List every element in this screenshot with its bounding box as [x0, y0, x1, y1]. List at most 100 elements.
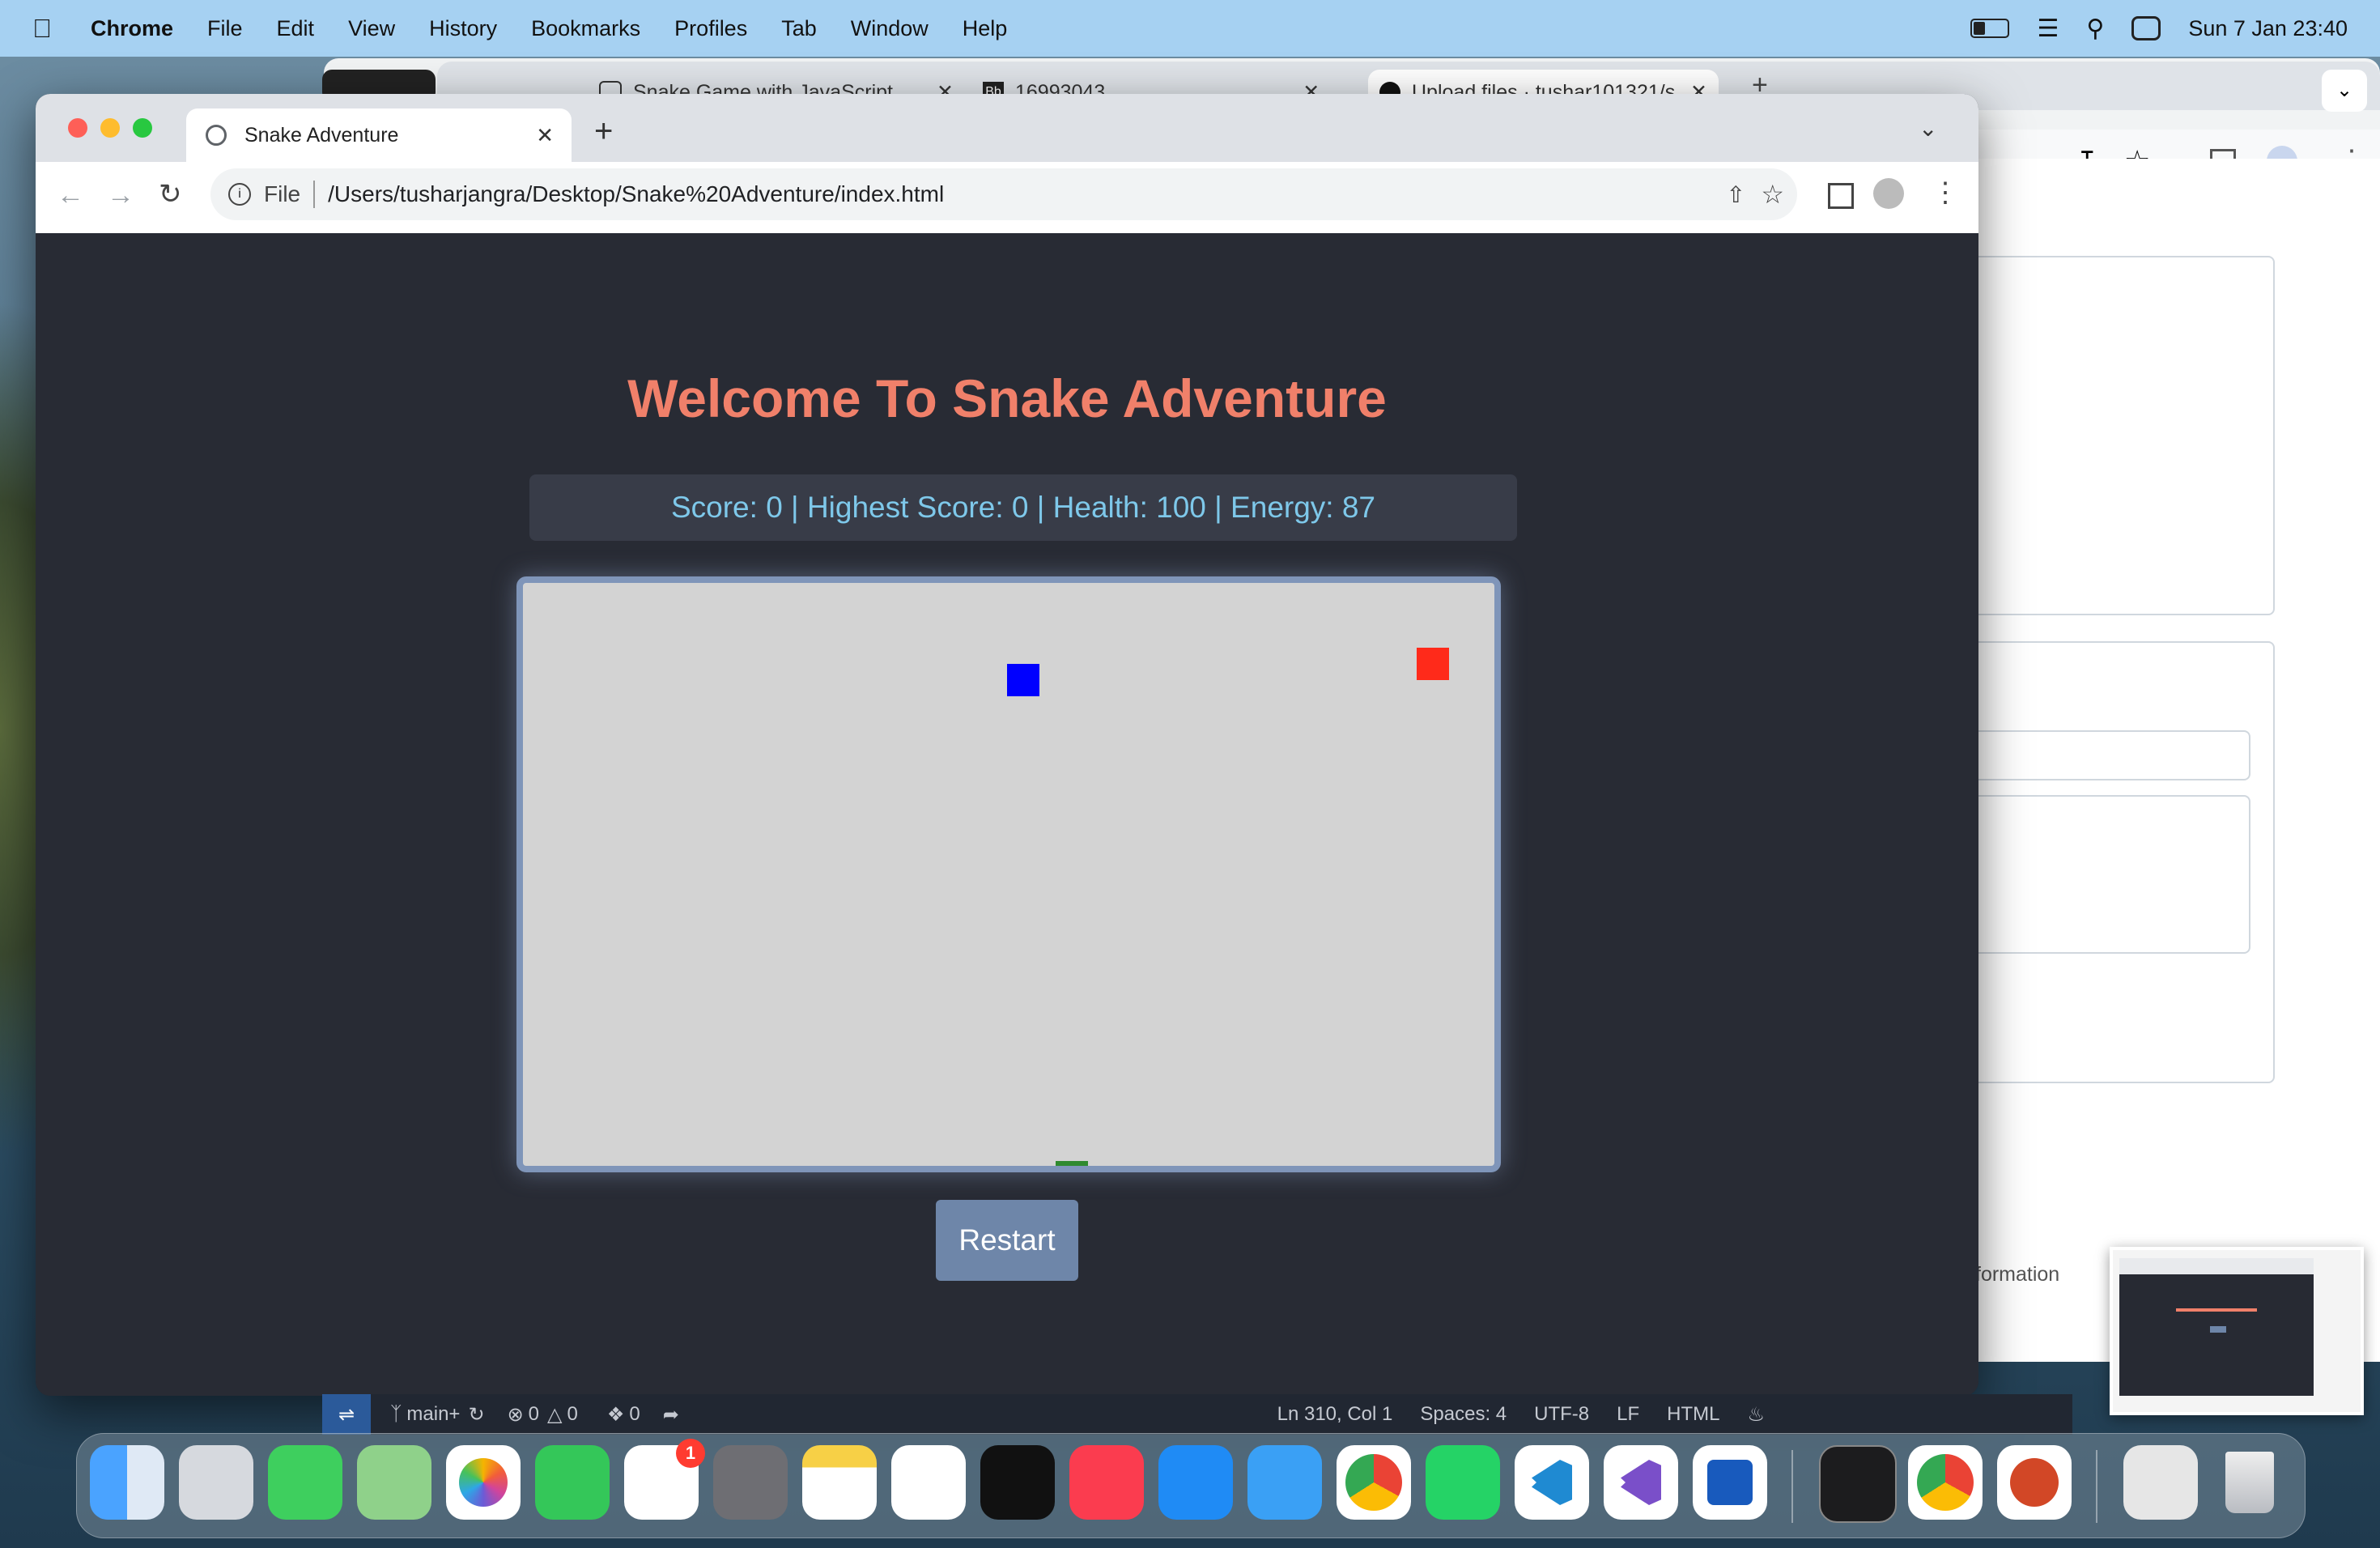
appstore-icon[interactable] — [1158, 1445, 1233, 1520]
screenshot-preview-thumbnail[interactable] — [2110, 1247, 2364, 1415]
battery-icon[interactable] — [1970, 19, 2010, 38]
menu-help[interactable]: Help — [963, 16, 1008, 41]
errors-icon[interactable]: ⊗ — [508, 1403, 524, 1427]
thumbnail-button — [2210, 1326, 2226, 1333]
address-bar[interactable]: i File /Users/tusharjangra/Desktop/Snake… — [210, 168, 1797, 220]
globe-icon — [206, 125, 227, 146]
preview-folder-icon[interactable] — [2123, 1445, 2198, 1520]
word-icon[interactable] — [1693, 1445, 1767, 1520]
menu-tab[interactable]: Tab — [781, 16, 817, 41]
tab-title: Snake Adventure — [244, 123, 399, 147]
dock: 1 — [76, 1433, 2306, 1538]
system-settings-icon[interactable] — [713, 1445, 788, 1520]
messages-icon[interactable] — [268, 1445, 342, 1520]
url-text[interactable]: /Users/tusharjangra/Desktop/Snake%20Adve… — [328, 181, 944, 207]
enemy-block — [1417, 648, 1449, 680]
forward-arrow-icon[interactable]: → — [107, 180, 134, 211]
game-board[interactable] — [516, 576, 1501, 1172]
wifi-icon[interactable]: ☰ — [2037, 15, 2059, 43]
live-share-icon[interactable]: ➦ — [663, 1403, 679, 1427]
freeform-icon[interactable] — [891, 1445, 966, 1520]
menu-bookmarks[interactable]: Bookmarks — [531, 16, 640, 41]
appletv-icon[interactable] — [980, 1445, 1055, 1520]
reminders-icon[interactable]: 1 — [624, 1439, 705, 1520]
address-scheme-label: File — [264, 181, 301, 206]
side-panel-icon[interactable] — [1828, 183, 1854, 209]
photos-icon[interactable] — [446, 1445, 521, 1520]
end-of-line[interactable]: LF — [1617, 1403, 1639, 1426]
chrome-icon[interactable] — [1908, 1445, 1983, 1520]
control-center-icon[interactable] — [2131, 16, 2161, 40]
encoding[interactable]: UTF-8 — [1534, 1403, 1589, 1426]
page-title: Welcome To Snake Adventure — [627, 368, 1387, 428]
close-window-button[interactable] — [68, 118, 87, 138]
search-icon[interactable]: ⚲ — [2086, 15, 2104, 43]
thumbnail-toolbar — [2119, 1258, 2314, 1274]
background-textarea[interactable] — [1967, 795, 2250, 954]
safari-icon[interactable] — [1247, 1445, 1322, 1520]
reload-icon[interactable]: ↻ — [159, 178, 182, 211]
terminal-icon[interactable] — [1819, 1445, 1897, 1523]
cursor-position[interactable]: Ln 310, Col 1 — [1277, 1403, 1393, 1426]
bookmark-star-icon[interactable]: ☆ — [1761, 179, 1784, 210]
warnings-count[interactable]: 0 — [567, 1403, 578, 1426]
ports-count[interactable]: 0 — [629, 1403, 640, 1426]
page-viewport: Welcome To Snake Adventure Score: 0 | Hi… — [36, 233, 1978, 1396]
maximize-window-button[interactable] — [133, 118, 152, 138]
background-page-content: formation — [1967, 159, 2380, 1362]
menu-file[interactable]: File — [207, 16, 243, 41]
profile-avatar[interactable] — [1873, 178, 1904, 209]
indentation[interactable]: Spaces: 4 — [1420, 1403, 1507, 1426]
music-icon[interactable] — [1069, 1445, 1144, 1520]
share-icon[interactable]: ⇧ — [1727, 181, 1745, 208]
notifications-bell-icon[interactable]: ♨ — [1747, 1403, 1765, 1427]
menu-history[interactable]: History — [429, 16, 497, 41]
finder-icon[interactable] — [90, 1445, 164, 1520]
thumbnail-title — [2176, 1308, 2257, 1312]
warnings-icon[interactable]: △ — [547, 1403, 562, 1427]
tab-search-chevron-icon[interactable]: ⌄ — [2322, 70, 2367, 112]
sync-icon[interactable]: ↻ — [468, 1403, 484, 1427]
apple-menu-icon[interactable]:  — [32, 14, 52, 44]
close-tab-icon[interactable]: ✕ — [536, 123, 554, 148]
menu-window[interactable]: Window — [851, 16, 929, 41]
ports-icon[interactable]: ❖ — [607, 1403, 625, 1427]
minimize-window-button[interactable] — [100, 118, 120, 138]
trash-icon[interactable] — [2212, 1445, 2287, 1520]
tab-snake-adventure[interactable]: Snake Adventure ✕ — [186, 108, 572, 162]
back-arrow-icon[interactable]: ← — [57, 180, 84, 211]
menu-view[interactable]: View — [348, 16, 395, 41]
notes-icon[interactable] — [802, 1445, 877, 1520]
background-panel-1 — [1967, 256, 2275, 615]
food-block — [1007, 664, 1039, 696]
chrome-icon[interactable] — [1337, 1445, 1411, 1520]
info-icon[interactable]: i — [228, 183, 251, 206]
menu-edit[interactable]: Edit — [277, 16, 315, 41]
menu-bar:  Chrome File Edit View History Bookmark… — [0, 0, 2380, 57]
restart-button[interactable]: Restart — [936, 1200, 1078, 1281]
background-text-input[interactable] — [1967, 730, 2250, 780]
visualstudio-icon[interactable] — [1604, 1445, 1678, 1520]
facetime-icon[interactable] — [535, 1445, 610, 1520]
background-partial-text: formation — [1975, 1263, 2060, 1286]
browser-toolbar: ← → ↻ i File /Users/tusharjangra/Desktop… — [36, 162, 1978, 234]
dock-divider — [1791, 1450, 1793, 1523]
thumbnail-window — [2119, 1258, 2314, 1396]
remote-icon[interactable]: ⇌ — [322, 1394, 371, 1435]
branch-icon[interactable]: ᛉ — [390, 1403, 402, 1426]
vscode-icon[interactable] — [1515, 1445, 1589, 1520]
launchpad-icon[interactable] — [179, 1445, 253, 1520]
language-mode[interactable]: HTML — [1667, 1403, 1719, 1426]
whatsapp-icon[interactable] — [1426, 1445, 1500, 1520]
more-menu-icon[interactable]: ⋮ — [1932, 176, 1959, 209]
powerpoint-icon[interactable] — [1997, 1445, 2072, 1520]
new-tab-icon[interactable]: + — [594, 113, 613, 150]
branch-name[interactable]: main+ — [406, 1403, 460, 1426]
errors-count[interactable]: 0 — [529, 1403, 539, 1426]
maps-icon[interactable] — [357, 1445, 431, 1520]
tab-list-chevron-icon[interactable]: ⌄ — [1919, 115, 1937, 142]
menu-app-name[interactable]: Chrome — [91, 16, 173, 41]
menu-profiles[interactable]: Profiles — [674, 16, 747, 41]
snake-segment — [1056, 1161, 1088, 1166]
menu-clock[interactable]: Sun 7 Jan 23:40 — [2188, 16, 2348, 41]
